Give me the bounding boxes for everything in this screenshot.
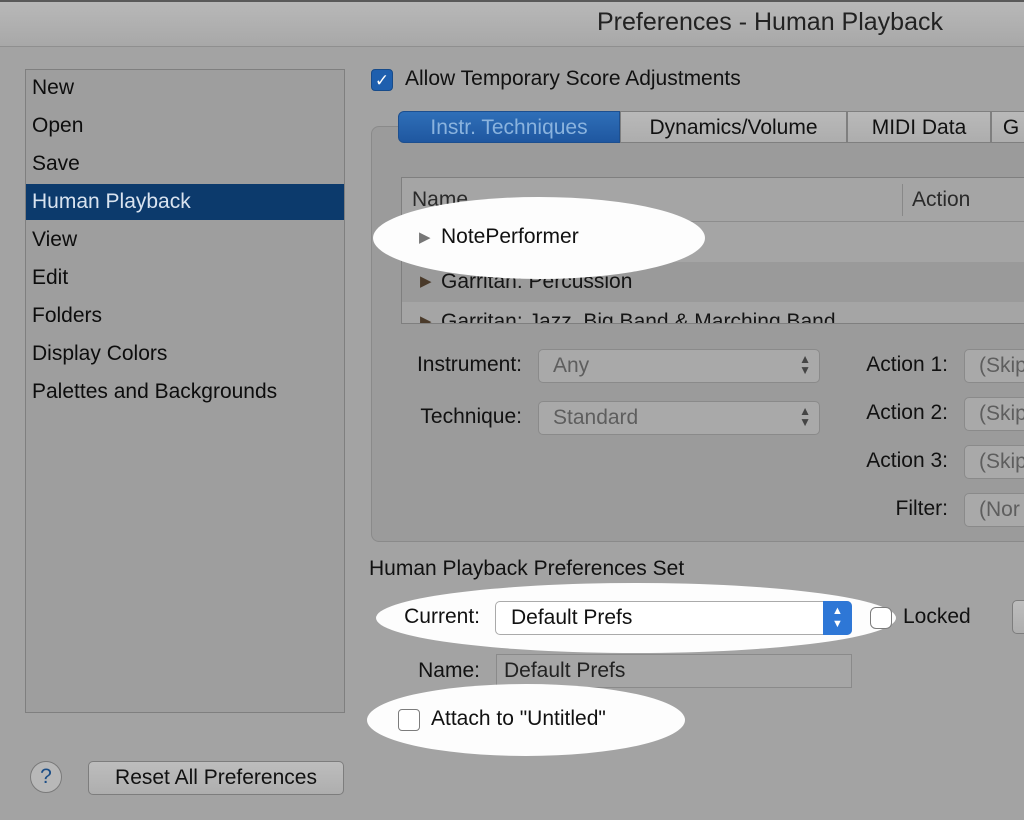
prefs-set-title: Human Playback Preferences Set — [369, 557, 685, 580]
updown-arrows-icon: ▲ ▼ — [799, 352, 811, 377]
name-label: Name: — [418, 659, 480, 682]
tab-truncated[interactable]: G — [991, 111, 1024, 143]
sidebar-item-folders[interactable]: Folders — [26, 298, 344, 334]
sidebar-item-palettes-and-backgrounds[interactable]: Palettes and Backgrounds — [26, 374, 344, 410]
sidebar-item-edit[interactable]: Edit — [26, 260, 344, 296]
preferences-sidebar: New Open Save Human Playback View Edit F… — [25, 69, 345, 713]
column-divider — [902, 184, 903, 216]
instrument-select[interactable]: Any ▲ ▼ — [538, 349, 820, 383]
sidebar-item-new[interactable]: New — [26, 70, 344, 106]
help-button[interactable]: ? — [30, 761, 62, 793]
sidebar-item-display-colors[interactable]: Display Colors — [26, 336, 344, 372]
filter-select[interactable]: (Nor — [964, 493, 1024, 527]
window-title: Preferences - Human Playback — [597, 8, 943, 36]
action1-label: Action 1: — [866, 353, 948, 376]
instrument-label: Instrument: — [416, 353, 522, 376]
sidebar-item-save[interactable]: Save — [26, 146, 344, 182]
disclosure-triangle-icon[interactable]: ▶ — [420, 302, 432, 323]
highlighted-row-name[interactable]: NotePerformer — [441, 225, 579, 249]
allow-adjustments-label: Allow Temporary Score Adjustments — [405, 67, 741, 90]
sidebar-item-human-playback[interactable]: Human Playback — [26, 184, 344, 220]
current-prefs-select[interactable]: Default Prefs ▲ ▼ — [495, 601, 852, 635]
attach-label: Attach to "Untitled" — [431, 707, 606, 730]
action3-select[interactable]: (Skip — [964, 445, 1024, 479]
technique-select[interactable]: Standard ▲ ▼ — [538, 401, 820, 435]
row-name: Garritan: Jazz, Big Band & Marching Band — [441, 310, 836, 324]
table-row[interactable]: ▶ Garritan: Jazz, Big Band & Marching Ba… — [402, 302, 1024, 324]
action2-label: Action 2: — [866, 401, 948, 424]
locked-checkbox[interactable] — [870, 607, 892, 629]
action3-label: Action 3: — [866, 449, 948, 472]
current-prefs-value: Default Prefs — [511, 606, 633, 629]
action2-select[interactable]: (Skip — [964, 397, 1024, 431]
allow-adjustments-checkbox[interactable]: ✓ — [371, 69, 393, 91]
reset-all-preferences-button[interactable]: Reset All Preferences — [88, 761, 344, 795]
sidebar-item-open[interactable]: Open — [26, 108, 344, 144]
prefs-name-field[interactable]: Default Prefs — [496, 654, 852, 688]
technique-value: Standard — [553, 406, 639, 429]
instrument-value: Any — [553, 354, 590, 377]
disclosure-triangle-icon[interactable]: ▶ — [419, 228, 431, 246]
tab-instr-techniques[interactable]: Instr. Techniques — [398, 111, 620, 143]
sidebar-item-view[interactable]: View — [26, 222, 344, 258]
filter-label: Filter: — [895, 497, 949, 520]
tab-midi-data[interactable]: MIDI Data — [847, 111, 991, 143]
column-header-action[interactable]: Action — [912, 178, 971, 221]
attach-checkbox[interactable] — [398, 709, 420, 731]
updown-arrows-icon: ▲ ▼ — [823, 601, 852, 635]
title-bar-trim — [0, 0, 1024, 2]
current-label: Current: — [404, 605, 480, 628]
updown-arrows-icon: ▲ ▼ — [799, 404, 811, 429]
technique-label: Technique: — [420, 405, 522, 428]
action1-select[interactable]: (Skip — [964, 349, 1024, 383]
tab-dynamics-volume[interactable]: Dynamics/Volume — [620, 111, 847, 143]
prefs-set-button[interactable] — [1012, 600, 1024, 634]
locked-label: Locked — [903, 605, 971, 628]
